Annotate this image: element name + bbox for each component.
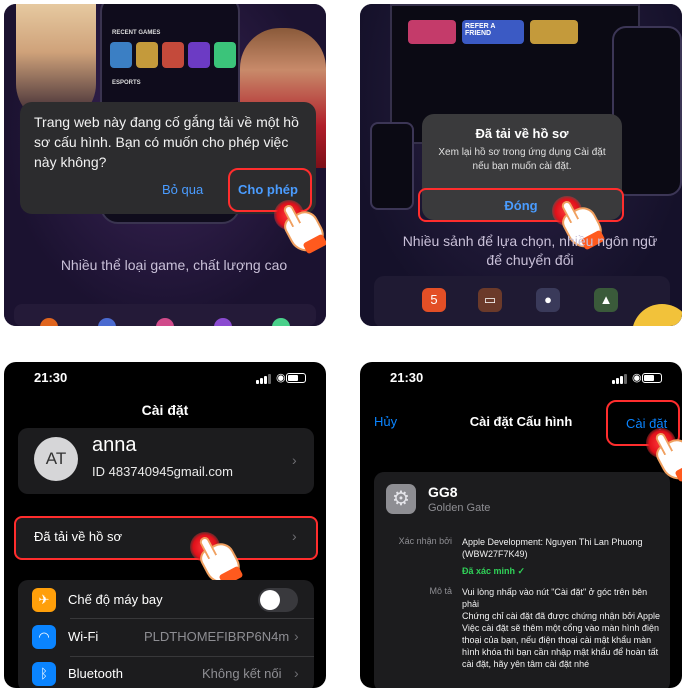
dialog-message: Trang web này đang cố gắng tải về một hồ… — [34, 114, 299, 170]
verified-by-label: Xác nhận bởi — [398, 536, 452, 546]
wifi-status-icon: ◉ — [632, 372, 642, 384]
step3-panel: 21:30 ◉ Cài đặt AT anna ID 483740945gmai… — [4, 362, 326, 688]
bluetooth-icon: ᛒ — [32, 662, 56, 686]
row-value: Không kết nối — [202, 666, 282, 681]
account-id: ID 483740945gmail.com — [92, 464, 233, 479]
description-label: Mô tả — [429, 586, 452, 596]
game-thumb — [214, 42, 236, 68]
desktop-icon: ▭ — [478, 288, 502, 312]
row-label: Bluetooth — [68, 666, 123, 681]
allow-label: Cho phép — [238, 182, 298, 197]
account-card[interactable]: AT anna ID 483740945gmail.com › — [18, 428, 314, 494]
phone-label: RECENT GAMES — [112, 30, 161, 36]
profile-card: ⚙ GG8 Golden Gate Xác nhận bởi Apple Dev… — [374, 472, 670, 688]
caption: Nhiều sảnh để lựa chọn, nhiều ngôn ngữ đ… — [402, 233, 658, 268]
chevron-right-icon: › — [294, 628, 299, 644]
phone-label: ESPORTS — [112, 80, 141, 86]
battery-icon — [642, 373, 662, 383]
dialog-title: Đã tải về hồ sơ — [475, 126, 569, 141]
refer-banner: REFER A FRIEND — [462, 20, 524, 44]
status-time: 21:30 — [34, 370, 68, 385]
status-icons: ◉ — [256, 372, 306, 384]
airplane-mode-row[interactable]: ✈ Chế độ máy bay — [18, 580, 314, 618]
profile-subtitle: Golden Gate — [428, 502, 491, 514]
caption: Nhiều thể loại game, chất lượng cao — [60, 257, 288, 273]
game-thumb — [188, 42, 210, 68]
status-time: 21:30 — [390, 370, 424, 385]
wifi-icon: ◠ — [32, 625, 56, 649]
pointing-hand-icon — [190, 532, 246, 590]
dialog-body: Xem lại hồ sơ trong ứng dụng Cài đặt nếu… — [438, 147, 606, 172]
chevron-right-icon: › — [292, 528, 297, 544]
game-thumb — [162, 42, 184, 68]
chevron-right-icon: › — [292, 452, 297, 468]
banner — [408, 20, 456, 44]
verified-status: Đã xác minh ✓ — [462, 566, 526, 576]
platform-row — [374, 276, 670, 326]
tablet-mockup — [370, 122, 414, 210]
row-label: Đã tải về hồ sơ — [34, 529, 123, 544]
step1-panel: RECENT GAMES ESPORTS Trang web này đang … — [4, 4, 326, 326]
settings-group: ✈ Chế độ máy bay ◠ Wi-Fi PLDTHOMEFIBRP6N… — [18, 580, 314, 688]
airplane-toggle[interactable] — [258, 588, 298, 612]
game-thumb — [110, 42, 132, 68]
wifi-row[interactable]: ◠ Wi-Fi PLDTHOMEFIBRP6N4m › — [18, 618, 314, 656]
bluetooth-row[interactable]: ᛒ Bluetooth Không kết nối › — [18, 656, 314, 688]
step2-panel: REFER A FRIEND Đã tải về hồ sơ Xem lại h… — [360, 4, 682, 326]
avatar: AT — [34, 437, 78, 481]
description-value: Vui lòng nhấp vào nút "Cài đặt" ở góc tr… — [462, 587, 660, 669]
status-icons: ◉ — [612, 372, 662, 384]
profile-name: GG8 — [428, 484, 458, 500]
verified-by-value: Apple Development: Nguyen Thi Lan Phuong… — [462, 537, 643, 559]
airplane-icon: ✈ — [32, 588, 56, 612]
chevron-right-icon: › — [294, 665, 299, 681]
page-title: Cài đặt — [141, 402, 189, 418]
gear-icon: ⚙ — [386, 484, 416, 514]
phone-mockup — [612, 26, 682, 196]
wifi-status-icon: ◉ — [276, 372, 286, 384]
profile-downloaded-row[interactable]: Đã tải về hồ sơ › — [14, 516, 318, 560]
android-icon: ▲ — [594, 288, 618, 312]
step4-panel: 21:30 ◉ Hủy Cài đặt Cấu hình Cài đặt ⚙ G… — [360, 362, 682, 688]
row-label: Wi-Fi — [68, 629, 99, 644]
apple-icon: ● — [536, 288, 560, 312]
pointing-hand-icon — [274, 200, 326, 258]
row-label: Chế độ máy bay — [68, 592, 163, 607]
html5-icon: 5 — [422, 288, 446, 312]
row-value: PLDTHOMEFIBRP6N4m — [144, 629, 290, 644]
game-thumb — [136, 42, 158, 68]
account-name: anna — [92, 434, 137, 456]
skip-button[interactable]: Bỏ qua — [162, 182, 203, 197]
banner — [530, 20, 578, 44]
battery-icon — [286, 373, 306, 383]
